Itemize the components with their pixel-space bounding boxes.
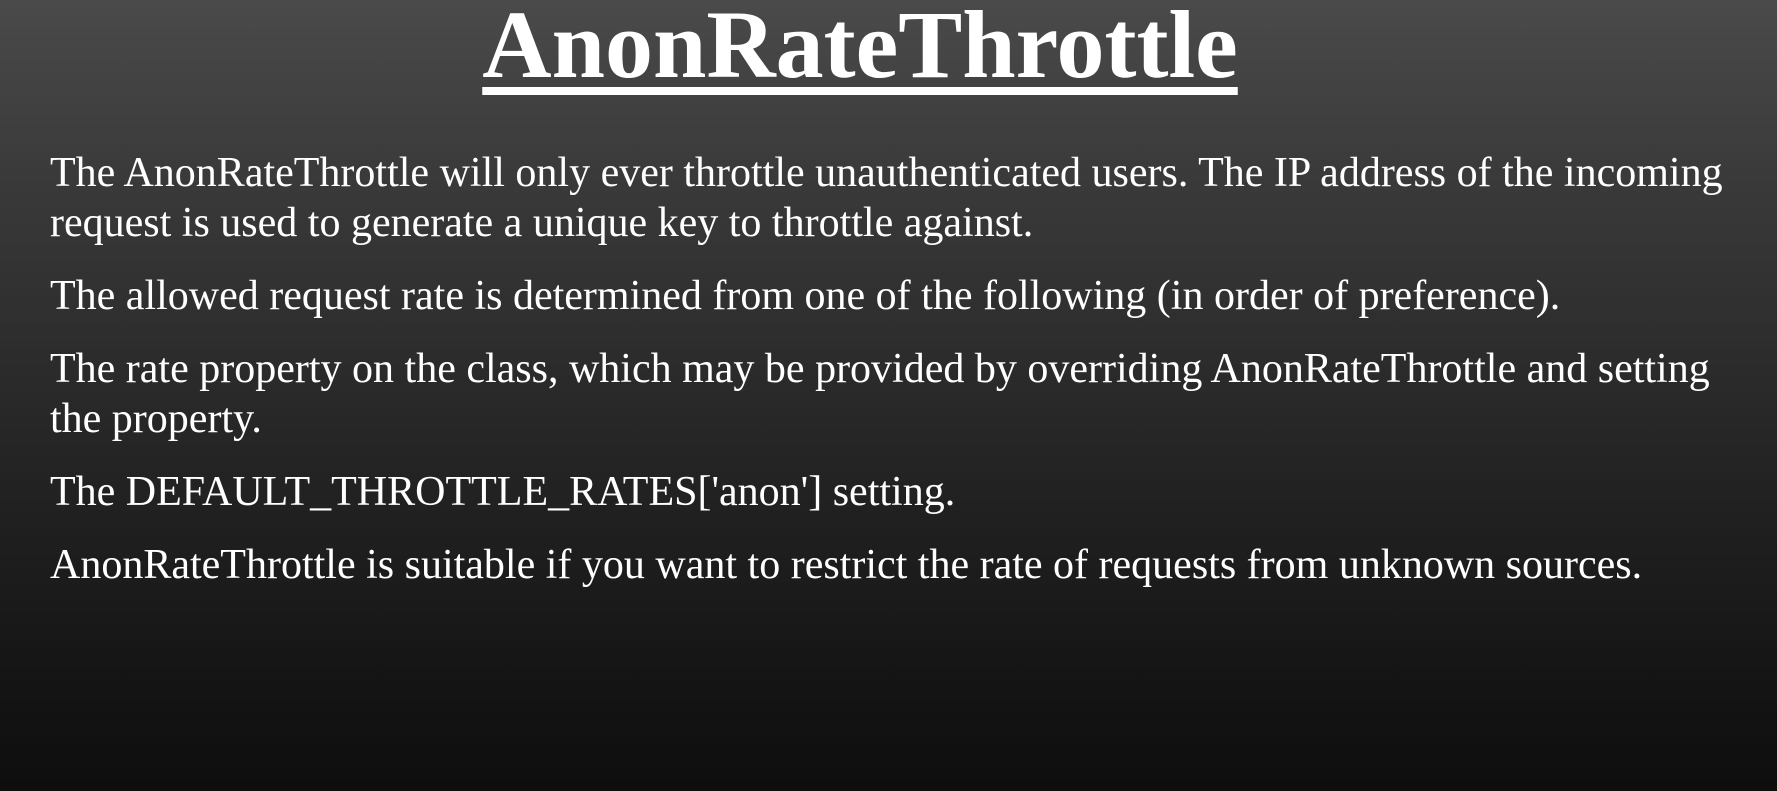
paragraph-rate-determination: The allowed request rate is determined f… [50,273,1561,319]
slide-title: AnonRateThrottle [482,0,1238,98]
paragraph-default-setting: The DEFAULT_THROTTLE_RATES['anon'] setti… [50,469,956,515]
slide: AnonRateThrottle The AnonRateThrottle wi… [0,0,1777,791]
paragraph-suitability: AnonRateThrottle is suitable if you want… [50,542,1643,588]
paragraph-rate-property: The rate property on the class, which ma… [50,346,1710,442]
paragraph-intro: The AnonRateThrottle will only ever thro… [50,150,1723,246]
slide-body: The AnonRateThrottle will only ever thro… [50,148,1730,613]
